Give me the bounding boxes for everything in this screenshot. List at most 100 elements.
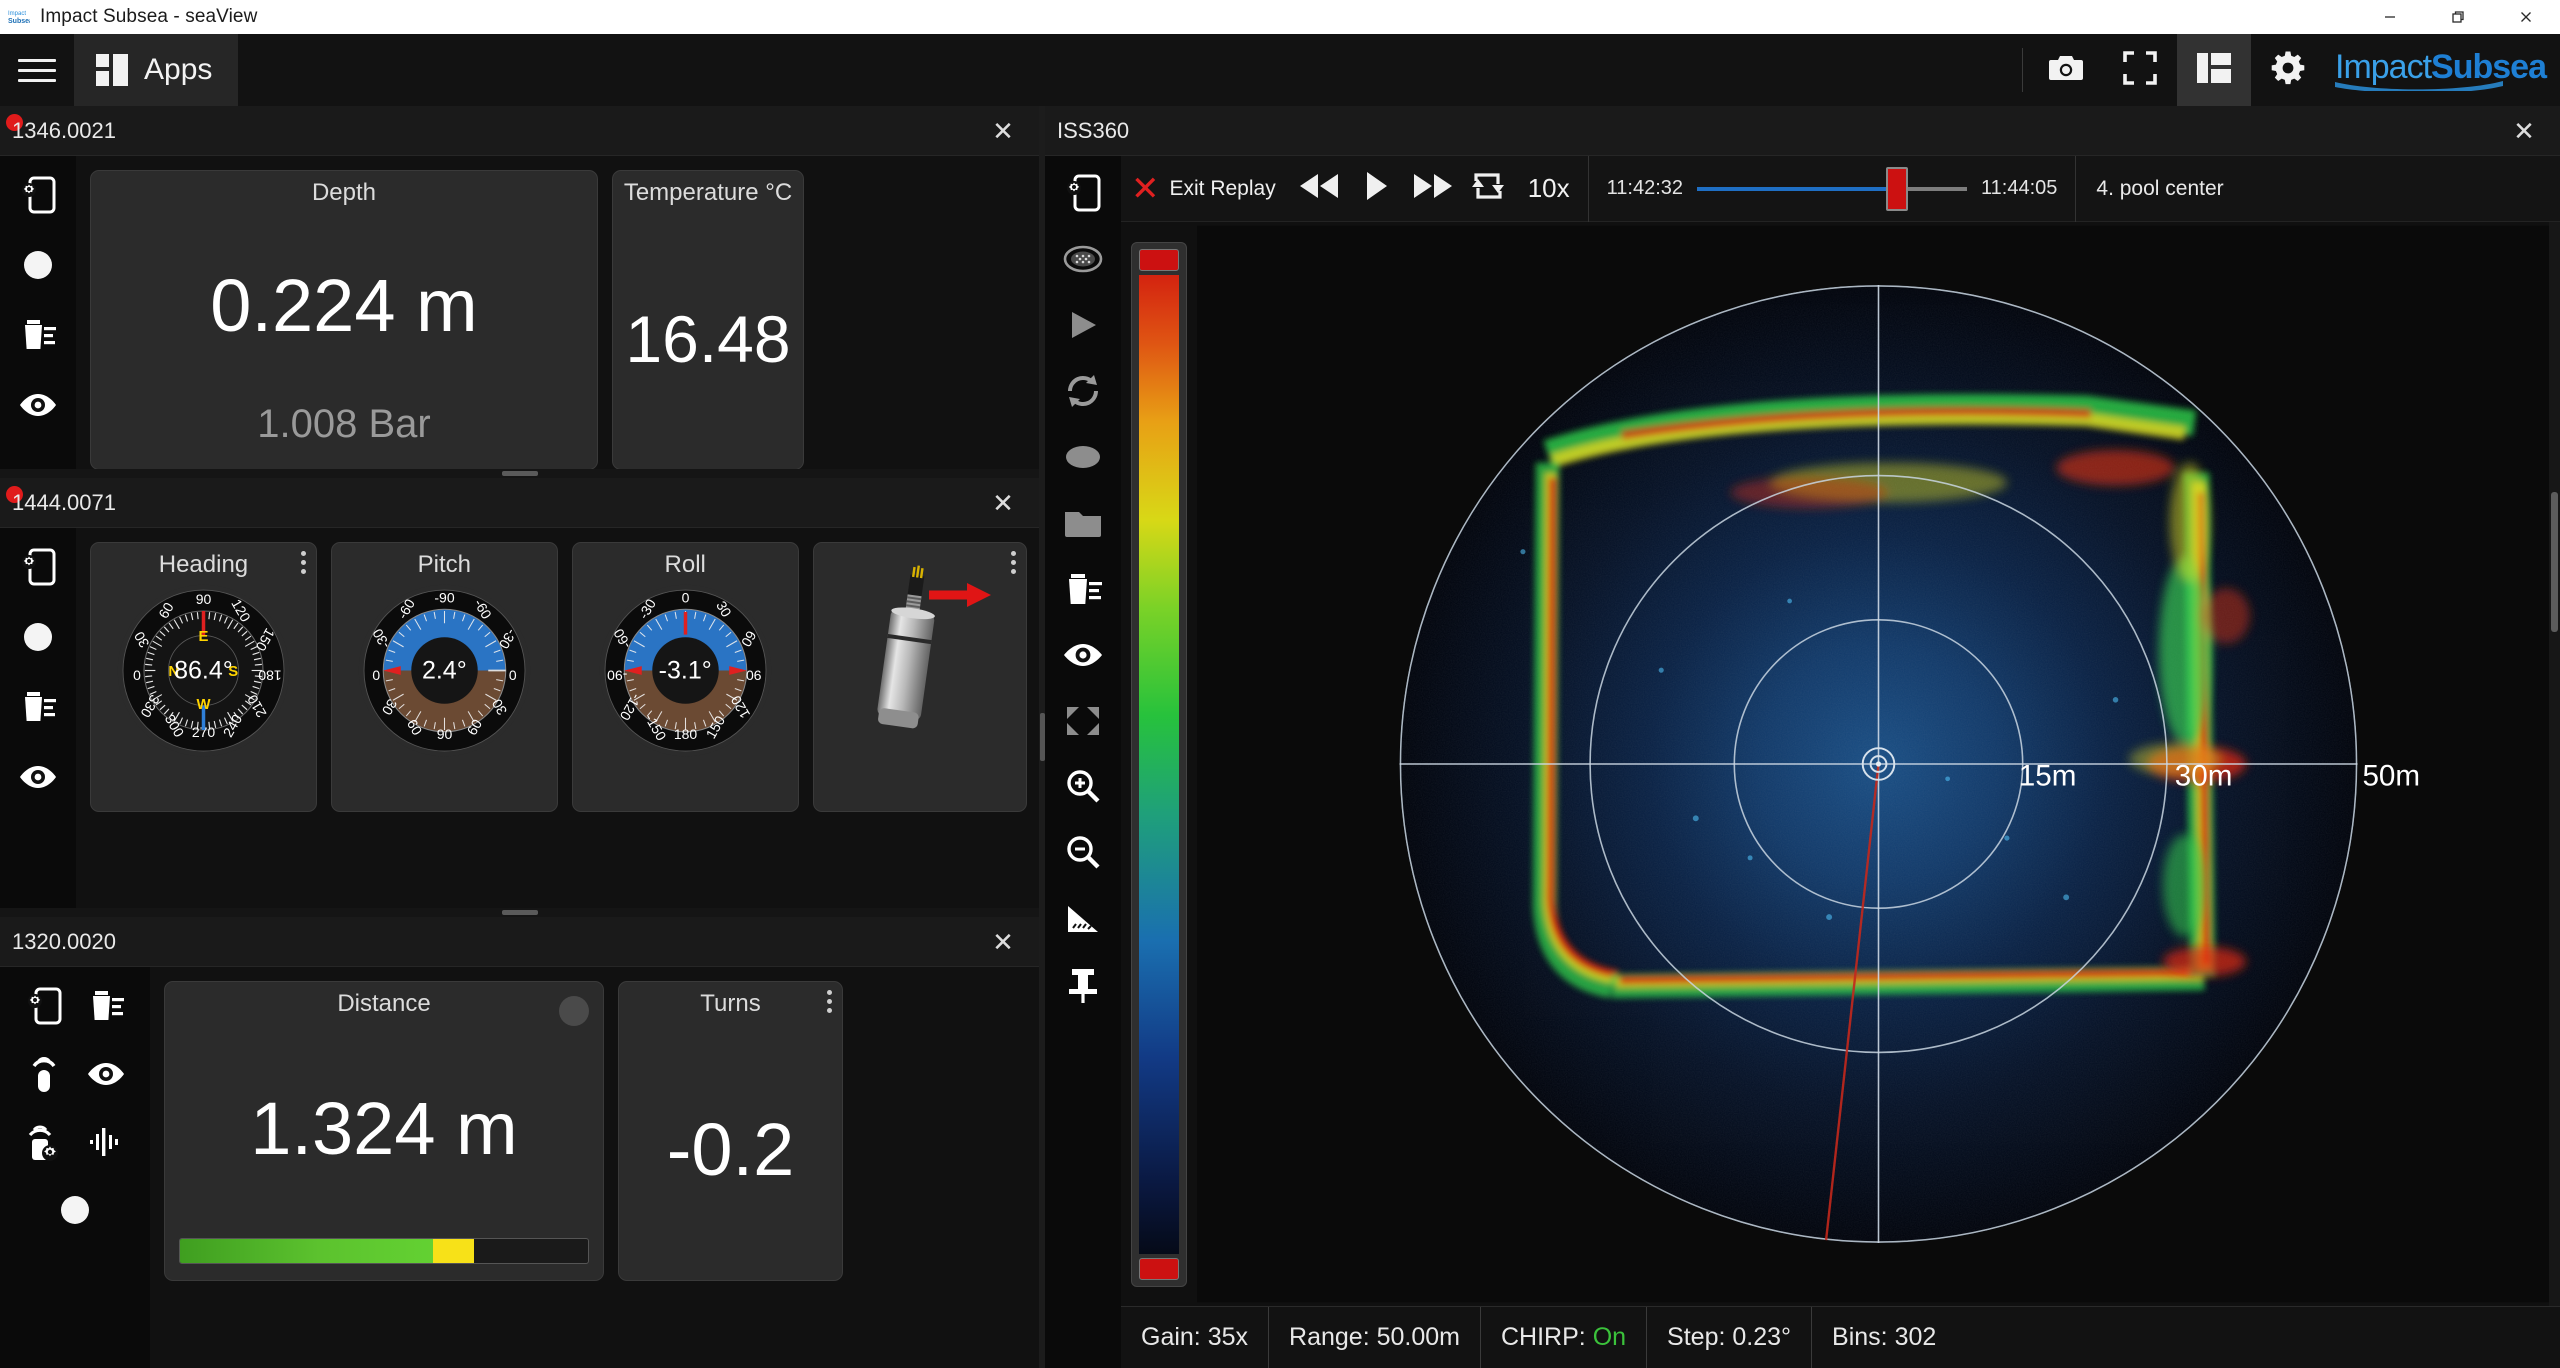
settings-button[interactable] [2251, 34, 2325, 106]
layout-button[interactable] [2177, 34, 2251, 106]
loop-repeat-icon [1470, 169, 1506, 208]
card-depth-title: Depth [311, 179, 377, 206]
eye-visibility-icon[interactable] [1060, 632, 1106, 678]
panel-altimeter-content: Distance 1.324 m Turns -0.2 [150, 967, 1039, 1368]
window-title-bar: ImpactSubsea Impact Subsea - seaView [0, 0, 2560, 34]
brand-logo: ImpactSubsea [2325, 34, 2560, 106]
roll-gauge-value: -3.1° [658, 656, 712, 684]
maximize-restore-button[interactable] [2424, 0, 2492, 34]
status-chirp-label: CHIRP: [1501, 1323, 1586, 1351]
status-step-label: Step: [1667, 1323, 1726, 1351]
panel-altimeter-body: Distance 1.324 m Turns -0.2 [0, 967, 1039, 1368]
replay-file-label: 4. pool center [2096, 176, 2224, 200]
status-chirp[interactable]: CHIRP: On [1480, 1306, 1646, 1368]
camera-snapshot-button[interactable] [2029, 34, 2103, 106]
panel-altimeter-sensor: 1320.0020 ✕ Distance 1.324 m Turns -0.2 [0, 917, 1039, 1368]
card-distance: Distance 1.324 m [164, 981, 604, 1281]
scrollbar-thumb[interactable] [2551, 492, 2558, 632]
panel-sonar-close-button[interactable]: ✕ [2502, 106, 2546, 156]
column-splitter[interactable] [1039, 106, 1045, 1368]
fullscreen-button[interactable] [2103, 34, 2177, 106]
sonar-head-icon[interactable] [1060, 236, 1106, 282]
rewind-button[interactable] [1290, 164, 1350, 214]
hamburger-menu-icon[interactable] [0, 34, 74, 106]
colorbar-bottom-handle[interactable] [1139, 1257, 1179, 1280]
sonar-signal-icon[interactable] [21, 1051, 67, 1097]
eye-visibility-icon[interactable] [15, 754, 61, 800]
fast-forward-button[interactable] [1402, 164, 1462, 214]
range-label-15m: 15m [2019, 760, 2077, 793]
card-depth-value: 0.224 m [210, 263, 478, 347]
panel-altimeter-title: 1320.0020 [12, 928, 116, 954]
slider-thumb[interactable] [1886, 166, 1909, 211]
waveform-icon[interactable] [83, 1119, 129, 1165]
panel-sonar-body: ✕ Exit Replay 10x 11:42:32 11:44:05 4. p… [1045, 155, 2560, 1368]
folder-open-icon[interactable] [1060, 500, 1106, 546]
record-circle-icon[interactable] [15, 614, 61, 660]
card-turns: Turns -0.2 [618, 981, 843, 1281]
sonar-scrollbar[interactable] [2549, 222, 2560, 1306]
card-roll: Roll 0 30 60 90 120 150 180 -150 -120 -9… [571, 542, 799, 812]
sonar-polar-plot[interactable]: 15m 30m 50m [1197, 222, 2560, 1306]
sonar-settings-icon[interactable] [21, 1119, 67, 1165]
sonar-status-bar: Gain: 35x Range: 50.00m CHIRP: On Step: … [1121, 1306, 2560, 1368]
distance-signal-strength-bar [179, 1238, 589, 1264]
fullscreen-icon [2123, 50, 2157, 90]
compass-gauge-value: 86.4° [174, 656, 233, 684]
log-delete-icon[interactable] [83, 983, 129, 1029]
replay-position-slider[interactable] [1697, 166, 1968, 211]
device-settings-icon[interactable] [21, 983, 67, 1029]
card-attitude-menu-button[interactable] [1011, 551, 1017, 574]
log-delete-icon[interactable] [1060, 566, 1106, 612]
zoom-in-icon[interactable] [1060, 764, 1106, 810]
device-settings-icon[interactable] [15, 172, 61, 218]
status-bins[interactable]: Bins: 302 [1811, 1306, 1956, 1368]
sonar-tool-rail [1045, 156, 1121, 1368]
zoom-out-icon[interactable] [1060, 830, 1106, 876]
colorbar-top-handle[interactable] [1139, 248, 1179, 271]
continuous-scan-icon[interactable] [1060, 368, 1106, 414]
panel-ahrs-close-button[interactable]: ✕ [981, 478, 1025, 528]
panel-splitter-1[interactable] [0, 469, 1039, 478]
eye-visibility-icon[interactable] [83, 1051, 129, 1097]
log-delete-icon[interactable] [15, 312, 61, 358]
play-icon[interactable] [1060, 302, 1106, 348]
panel-depth-close-button[interactable]: ✕ [981, 106, 1025, 156]
card-heading-menu-button[interactable] [300, 551, 306, 574]
exit-replay-button[interactable]: ✕ Exit Replay [1121, 164, 1290, 214]
log-delete-icon[interactable] [15, 684, 61, 730]
apps-grid-icon [96, 54, 128, 86]
status-gain-value: 35x [1207, 1323, 1249, 1351]
card-distance-value: 1.324 m [250, 1087, 518, 1170]
panel-altimeter-close-button[interactable]: ✕ [981, 917, 1025, 967]
close-window-button[interactable] [2492, 0, 2560, 34]
device-settings-icon[interactable] [15, 544, 61, 590]
pin-icon[interactable] [1060, 962, 1106, 1008]
playback-speed-label[interactable]: 10x [1514, 173, 1584, 204]
fit-screen-icon[interactable] [1060, 698, 1106, 744]
record-circle-icon[interactable] [15, 242, 61, 288]
status-gain[interactable]: Gain: 35x [1121, 1307, 1268, 1368]
minimize-button[interactable] [2356, 0, 2424, 34]
device-settings-icon[interactable] [1060, 170, 1106, 216]
rewind-icon [1298, 171, 1342, 206]
eye-visibility-icon[interactable] [15, 382, 61, 428]
panel-splitter-2[interactable] [0, 908, 1039, 917]
tab-apps[interactable]: Apps [74, 34, 239, 106]
card-temperature-title: Temperature °C [623, 179, 793, 206]
measure-icon[interactable] [1060, 896, 1106, 942]
card-distance-toggle-button[interactable] [559, 996, 589, 1026]
status-step[interactable]: Step: 0.23° [1646, 1306, 1811, 1368]
card-turns-menu-button[interactable] [827, 990, 832, 1013]
splitter-grip [501, 910, 538, 915]
svg-text:E: E [198, 629, 208, 645]
record-circle-icon[interactable] [52, 1187, 98, 1233]
exit-replay-label: Exit Replay [1169, 176, 1276, 200]
panel-depth-content: Depth 0.224 m 1.008 Bar Temperature °C 1… [76, 156, 1039, 469]
record-circle-icon[interactable] [1060, 434, 1106, 480]
loop-button[interactable] [1462, 164, 1514, 214]
status-range[interactable]: Range: 50.00m [1268, 1306, 1480, 1368]
card-heading-title: Heading [158, 551, 249, 578]
sonar-colorbar[interactable] [1131, 241, 1187, 1287]
play-button[interactable] [1350, 164, 1402, 214]
